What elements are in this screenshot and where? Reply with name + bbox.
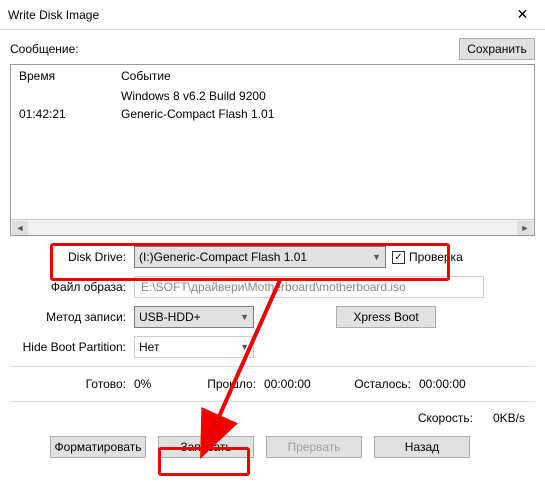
elapsed-label: Прошло: [204, 377, 264, 391]
log-row: Windows 8 v6.2 Build 9200 [11, 87, 534, 105]
image-path-value: E:\SOFT\драйвери\Motherboard\motherboard… [141, 280, 406, 294]
divider [10, 401, 535, 402]
method-value: USB-HDD+ [139, 310, 201, 324]
log-event: Generic-Compact Flash 1.01 [121, 107, 526, 121]
scroll-right-icon[interactable]: ► [517, 221, 533, 235]
back-button[interactable]: Назад [374, 436, 470, 458]
hide-label: Hide Boot Partition: [10, 340, 134, 354]
image-label: Файл образа: [10, 280, 134, 294]
xpress-boot-button[interactable]: Xpress Boot [336, 306, 436, 328]
verify-label: Проверка [409, 250, 463, 264]
elapsed-value: 00:00:00 [264, 377, 344, 391]
format-button[interactable]: Форматировать [50, 436, 146, 458]
button-row: Форматировать Записать Прервать Назад [10, 436, 535, 458]
verify-checkbox[interactable]: ✓ Проверка [392, 250, 463, 264]
method-label: Метод записи: [10, 310, 134, 324]
log-time: 01:42:21 [19, 107, 121, 121]
divider [10, 366, 535, 367]
message-row: Сообщение: Сохранить [10, 38, 535, 60]
write-button[interactable]: Записать [158, 436, 254, 458]
method-row: Метод записи: USB-HDD+ ▼ Xpress Boot [10, 304, 535, 330]
hide-value: Нет [139, 340, 159, 354]
chevron-down-icon: ▼ [240, 312, 249, 322]
status-row: Готово: 0% Прошло: 00:00:00 Осталось: 00… [10, 373, 535, 395]
log-row: 01:42:21 Generic-Compact Flash 1.01 [11, 105, 534, 123]
speed-value: 0KB/s [493, 411, 525, 425]
checkbox-icon: ✓ [392, 251, 405, 264]
log-time [19, 89, 121, 103]
log-event: Windows 8 v6.2 Build 9200 [121, 89, 526, 103]
remain-label: Осталось: [344, 377, 419, 391]
speed-row: Скорость: 0KB/s [10, 408, 535, 428]
drive-value: (I:)Generic-Compact Flash 1.01 [139, 250, 307, 264]
log-header-event: Событие [121, 69, 526, 83]
save-button[interactable]: Сохранить [459, 38, 535, 60]
log-header: Время Событие [11, 65, 534, 87]
chevron-down-icon: ▼ [372, 252, 381, 262]
title-bar: Write Disk Image ✕ [0, 0, 545, 30]
image-path-input[interactable]: E:\SOFT\драйвери\Motherboard\motherboard… [134, 276, 484, 298]
speed-label: Скорость: [418, 411, 473, 425]
ready-value: 0% [134, 377, 204, 391]
ready-label: Готово: [10, 377, 134, 391]
message-label: Сообщение: [10, 42, 79, 56]
hide-select[interactable]: Нет ▼ [134, 336, 254, 358]
log-box: Время Событие Windows 8 v6.2 Build 9200 … [10, 64, 535, 236]
hide-row: Hide Boot Partition: Нет ▼ [10, 334, 535, 360]
drive-select[interactable]: (I:)Generic-Compact Flash 1.01 ▼ [134, 246, 386, 268]
window-title: Write Disk Image [8, 8, 99, 22]
drive-label: Disk Drive: [10, 250, 134, 264]
client-area: Сообщение: Сохранить Время Событие Windo… [0, 30, 545, 466]
close-button[interactable]: ✕ [500, 0, 545, 30]
chevron-down-icon: ▼ [240, 342, 249, 352]
remain-value: 00:00:00 [419, 377, 535, 391]
scroll-left-icon[interactable]: ◄ [12, 221, 28, 235]
abort-button[interactable]: Прервать [266, 436, 362, 458]
horizontal-scrollbar[interactable]: ◄ ► [11, 219, 534, 235]
method-select[interactable]: USB-HDD+ ▼ [134, 306, 254, 328]
image-row: Файл образа: E:\SOFT\драйвери\Motherboar… [10, 274, 535, 300]
drive-row: Disk Drive: (I:)Generic-Compact Flash 1.… [10, 244, 535, 270]
log-header-time: Время [19, 69, 121, 83]
